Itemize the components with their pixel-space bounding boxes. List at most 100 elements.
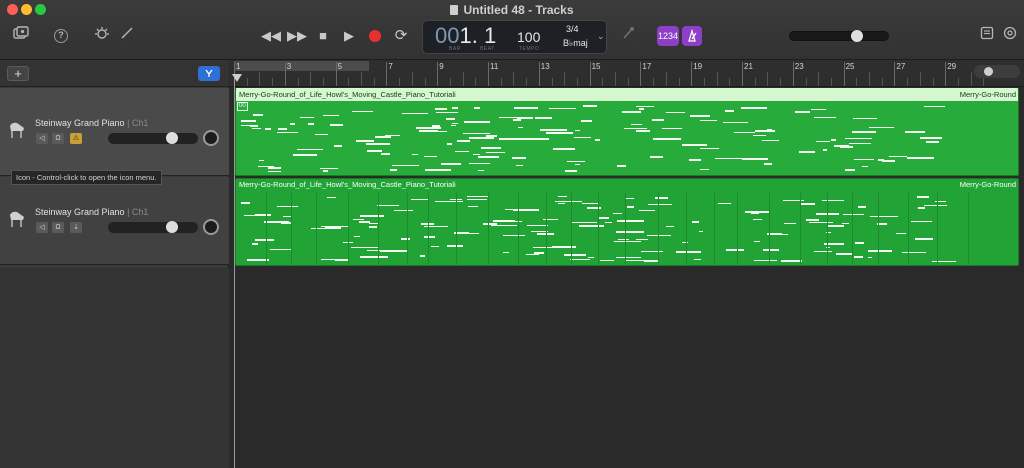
track-volume-knob[interactable] (166, 221, 178, 233)
midi-note (376, 204, 399, 207)
region-name-repeat: Merry-Go-Round (959, 90, 1016, 99)
loop-browser-button[interactable] (1000, 26, 1020, 46)
smart-controls-button[interactable] (92, 26, 112, 46)
midi-region[interactable]: Merry-Go-Round_of_Life_Howl's_Moving_Cas… (235, 178, 1019, 266)
catch-playhead-button[interactable] (198, 66, 220, 81)
midi-note (539, 129, 567, 131)
quick-help-button[interactable]: ? (54, 29, 68, 43)
piano-icon[interactable] (8, 120, 26, 140)
lcd-display[interactable]: 001. 1 BAR BEAT 100 TEMPO 3/4 B♭maj ⌄ (422, 20, 607, 54)
midi-note (649, 156, 663, 158)
midi-note (352, 110, 373, 112)
ruler-tick (437, 62, 439, 86)
track-volume-slider[interactable] (108, 133, 198, 144)
midi-note (467, 198, 487, 201)
midi-note (314, 133, 325, 136)
track-name[interactable]: Steinway Grand Piano | Ch1 (35, 207, 148, 217)
editors-button[interactable] (117, 26, 137, 46)
key-signature[interactable]: B♭maj (563, 38, 588, 49)
notepad-button[interactable] (977, 26, 997, 46)
region-divider (967, 193, 969, 265)
fast-forward-button[interactable]: ▶▶ (287, 28, 307, 44)
horizontal-zoom-knob[interactable] (984, 67, 993, 76)
add-track-button[interactable]: + (7, 66, 29, 81)
tuner-button[interactable] (618, 26, 638, 46)
track-volume-knob[interactable] (166, 132, 178, 144)
midi-region[interactable]: Merry-Go-Round_of_Life_Howl's_Moving_Cas… (235, 88, 1019, 176)
library-button[interactable] (11, 26, 31, 46)
track-header[interactable]: Steinway Grand Piano | Ch1 ◁ Ω ⇣ (0, 177, 229, 265)
horizontal-zoom-slider[interactable] (974, 65, 1020, 78)
region-header[interactable]: Merry-Go-Round_of_Life_Howl's_Moving_Cas… (236, 179, 1018, 191)
lcd-mode-chevron-icon[interactable]: ⌄ (597, 31, 605, 42)
midi-note (254, 214, 272, 216)
ruler-minor-tick (411, 72, 413, 86)
solo-headphones-button[interactable]: Ω (52, 222, 64, 233)
midi-note (360, 215, 385, 217)
midi-note (635, 130, 650, 132)
piano-icon[interactable] (8, 209, 26, 229)
midi-note (639, 209, 656, 212)
region-divider (736, 193, 738, 265)
rewind-button[interactable]: ◀◀ (261, 28, 281, 44)
midi-note (762, 249, 779, 251)
midi-note (638, 108, 644, 110)
cycle-button[interactable]: ⟳ (391, 26, 411, 44)
midi-note (251, 127, 262, 130)
ruler-tick (284, 62, 286, 86)
region-header[interactable]: Merry-Go-Round_of_Life_Howl's_Moving_Cas… (236, 89, 1018, 101)
midi-note (640, 250, 664, 253)
ruler-minor-tick (399, 78, 401, 86)
cycle-region[interactable] (234, 61, 369, 71)
midi-note (374, 136, 392, 138)
pan-knob[interactable] (203, 219, 219, 235)
midi-note (269, 248, 291, 250)
empty-track-area (0, 268, 229, 468)
track-header[interactable]: Steinway Grand Piano | Ch1 ◁ Ω ⚠ (0, 88, 229, 176)
midi-note (574, 163, 580, 166)
midi-note (835, 253, 852, 255)
midi-note (621, 111, 642, 113)
timeline-ruler[interactable]: 1 3 5 7 9 11 13 15 17 19 21 23 25 27 29 (230, 60, 1024, 87)
track-name[interactable]: Steinway Grand Piano | Ch1 (35, 118, 148, 128)
play-button[interactable]: ▶ (339, 28, 359, 44)
midi-note (808, 221, 833, 224)
pan-knob[interactable] (203, 130, 219, 146)
tempo-value[interactable]: 100 (517, 29, 540, 45)
midi-note (581, 202, 598, 204)
midi-note (853, 256, 863, 258)
midi-note (624, 197, 634, 200)
stop-button[interactable]: ■ (313, 28, 333, 43)
midi-note (320, 258, 339, 261)
record-enable-button[interactable]: ⚠ (70, 133, 82, 144)
midi-note (918, 207, 925, 209)
midi-note (830, 139, 836, 141)
count-in-button[interactable]: 1234 (657, 26, 679, 46)
mute-button[interactable]: ◁ (36, 222, 48, 233)
midi-note (283, 215, 292, 218)
solo-headphones-button[interactable]: Ω (52, 133, 64, 144)
midi-note (546, 132, 573, 134)
ruler-bar-number: 7 (388, 62, 393, 71)
midi-note (661, 127, 683, 129)
ruler-minor-tick (424, 78, 426, 86)
midi-note (474, 107, 481, 109)
ruler-minor-tick (970, 72, 972, 86)
track-volume-slider[interactable] (108, 222, 198, 233)
metronome-button[interactable] (682, 26, 702, 46)
ruler-minor-tick (919, 72, 921, 86)
region-divider (908, 193, 909, 265)
tempo-label: TEMPO (519, 46, 540, 52)
ruler-minor-tick (526, 78, 528, 86)
time-signature[interactable]: 3/4 (566, 24, 579, 34)
region-divider (800, 193, 801, 265)
midi-note (583, 105, 598, 107)
ruler-bar-number: 15 (591, 62, 601, 71)
record-enable-button[interactable]: ⇣ (70, 222, 82, 233)
ruler-minor-tick (513, 72, 515, 86)
master-volume-slider[interactable] (789, 31, 889, 41)
record-button[interactable] (369, 30, 381, 42)
master-volume-knob[interactable] (851, 30, 863, 42)
mute-button[interactable]: ◁ (36, 133, 48, 144)
midi-note (896, 232, 907, 235)
